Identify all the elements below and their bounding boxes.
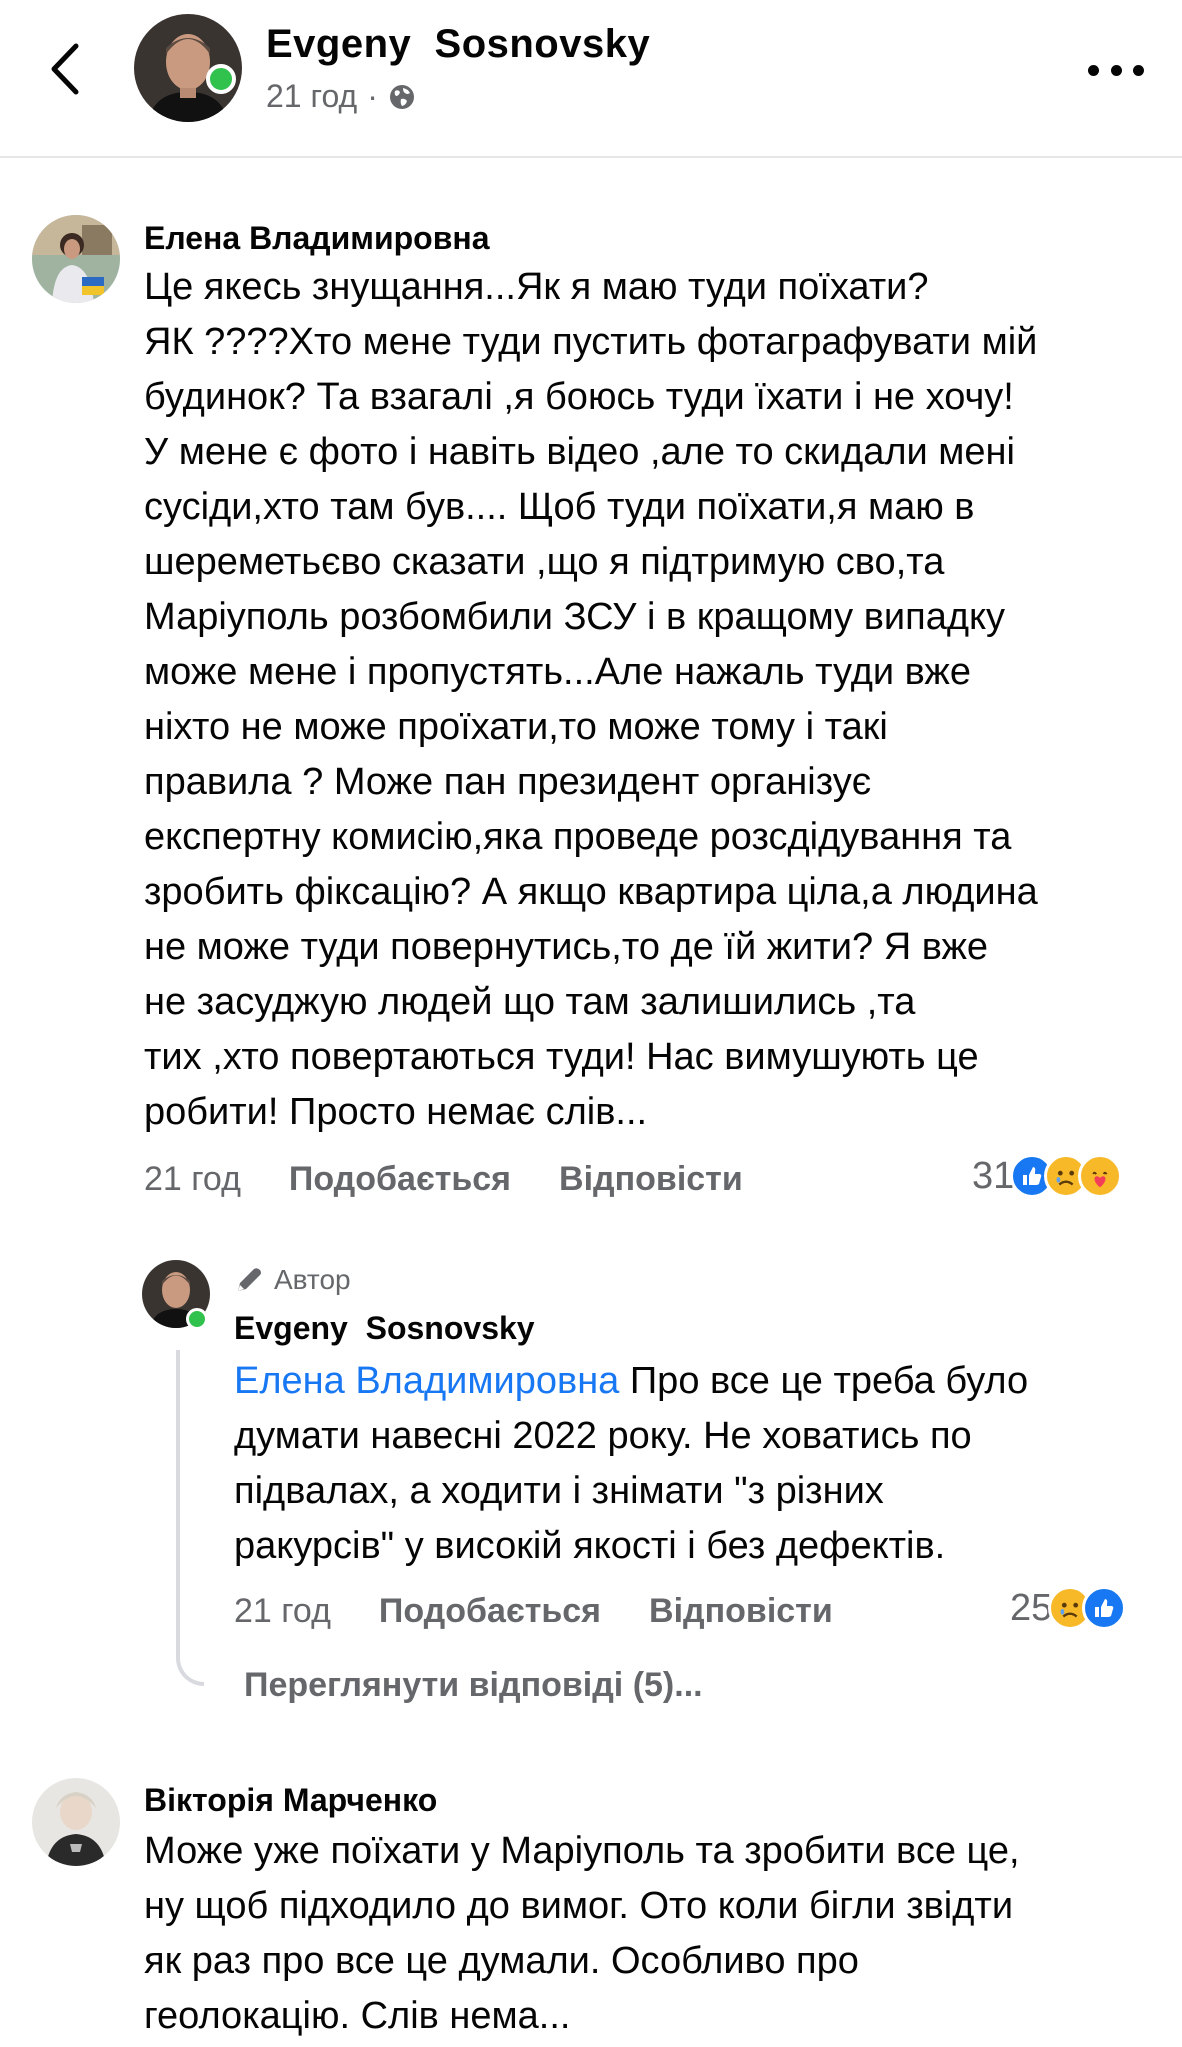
author-badge: Автор xyxy=(234,1264,351,1296)
comment-line: може мене і пропустять...Але нажаль туди… xyxy=(144,651,971,693)
comment-line: шереметьєво сказати ,що я підтримую сво,… xyxy=(144,541,945,583)
comment-line: не засуджую людей що там залишились ,та xyxy=(144,981,916,1023)
globe-icon xyxy=(389,84,414,109)
comment-line: експертну комисію,яка проведе розсдідува… xyxy=(144,816,1012,858)
comment-line: ЯК ????Хто мене туди пустить фотаграфува… xyxy=(144,321,1038,363)
comment-line: Може уже поїхати у Маріуполь та зробити … xyxy=(144,1830,1020,1872)
reply-body: Елена Владимировна Про все це треба було… xyxy=(234,1354,1028,1574)
reaction-count: 25 xyxy=(1010,1586,1053,1629)
reply-line: ракурсів" у високій якості і без дефекті… xyxy=(234,1525,946,1567)
reaction-count: 31 xyxy=(972,1154,1015,1197)
commenter-avatar[interactable] xyxy=(32,215,120,303)
more-options-button[interactable] xyxy=(1088,50,1144,90)
reactions-summary[interactable]: 25 xyxy=(1010,1586,1127,1630)
comment-line: будинок? Та взагалі ,я боюсь туди їхати … xyxy=(144,376,1014,418)
reply-thread-line xyxy=(176,1350,204,1686)
reply-actions: 21 год Подобається Відповісти xyxy=(234,1592,833,1631)
meta-separator: · xyxy=(367,78,378,114)
dot-icon xyxy=(1088,64,1099,76)
comment-line: геолокацію. Слів нема... xyxy=(144,1995,571,2037)
reply-line: думати навесні 2022 року. Не ховатись по xyxy=(234,1415,972,1457)
view-replies-link[interactable]: Переглянути відповіді (5)... xyxy=(244,1666,703,1705)
pen-icon xyxy=(238,1268,261,1291)
reply-button[interactable]: Відповісти xyxy=(559,1160,743,1199)
dot-icon xyxy=(1110,64,1122,76)
like-button[interactable]: Подобається xyxy=(379,1592,601,1631)
mention-link[interactable]: Елена Владимировна xyxy=(234,1360,619,1402)
comment-line: тих ,хто повертаються туди! Нас вимушуют… xyxy=(144,1036,979,1078)
header-author-name[interactable]: Evgeny Sosnovsky xyxy=(266,22,650,67)
reply-button[interactable]: Відповісти xyxy=(649,1592,833,1631)
back-button[interactable] xyxy=(40,34,90,104)
dot-icon xyxy=(1133,64,1144,76)
comment-line: У мене є фото і навіть відео ,але то ски… xyxy=(144,431,1015,473)
reply-author-name[interactable]: Evgeny Sosnovsky xyxy=(234,1310,535,1347)
reply-text: Про все це треба було xyxy=(619,1360,1029,1402)
comment-body: Це якесь знущання...Як я маю туди поїхат… xyxy=(144,260,1038,1140)
reply-time[interactable]: 21 год xyxy=(234,1592,331,1631)
comment-line: як раз про все це думали. Особливо про xyxy=(144,1940,859,1982)
care-reaction-icon xyxy=(1078,1154,1123,1198)
comment-line: ну щоб підходило до вимог. Ото коли бігл… xyxy=(144,1885,1014,1927)
reactions-summary[interactable]: 31 xyxy=(972,1154,1123,1198)
online-status-dot xyxy=(206,64,236,94)
comment-line: ніхто не може проїхати,то може тому і та… xyxy=(144,706,888,748)
comment-line: зробить фіксацію? А якщо квартира ціла,а… xyxy=(144,871,1038,913)
comment-body: Може уже поїхати у Маріуполь та зробити … xyxy=(144,1824,1020,2044)
post-header: Evgeny Sosnovsky 21 год · xyxy=(0,0,1182,158)
like-reaction-icon xyxy=(1082,1586,1127,1630)
chevron-left-icon xyxy=(51,43,79,95)
post-meta: 21 год · xyxy=(266,78,416,115)
commenter-avatar[interactable] xyxy=(32,1778,120,1866)
comment-line: не може туди повернутись,то де їй жити? … xyxy=(144,926,989,968)
comment-author-name[interactable]: Вікторія Марченко xyxy=(144,1782,437,1819)
reply-line: підвалах, а ходити і знімати "з різних xyxy=(234,1470,884,1512)
comment-actions: 21 год Подобається Відповісти xyxy=(144,1160,743,1199)
post-time[interactable]: 21 год xyxy=(266,78,357,115)
comment-line: робити! Просто немає слів... xyxy=(144,1091,648,1133)
comment-line: сусіди,хто там був.... Щоб туди поїхати,… xyxy=(144,486,975,528)
comment-line: Це якесь знущання...Як я маю туди поїхат… xyxy=(144,266,929,308)
online-status-dot xyxy=(186,1308,208,1330)
author-badge-label: Автор xyxy=(274,1264,351,1295)
comment-time[interactable]: 21 год xyxy=(144,1160,241,1199)
reply-first-line: Елена Владимировна Про все це треба було xyxy=(234,1354,1028,1409)
comment-line: правила ? Може пан президент організує xyxy=(144,761,872,803)
comment-author-name[interactable]: Елена Владимировна xyxy=(144,220,490,257)
like-button[interactable]: Подобається xyxy=(289,1160,511,1199)
comment-line: Маріуполь розбомбили ЗСУ і в кращому вип… xyxy=(144,596,1006,638)
